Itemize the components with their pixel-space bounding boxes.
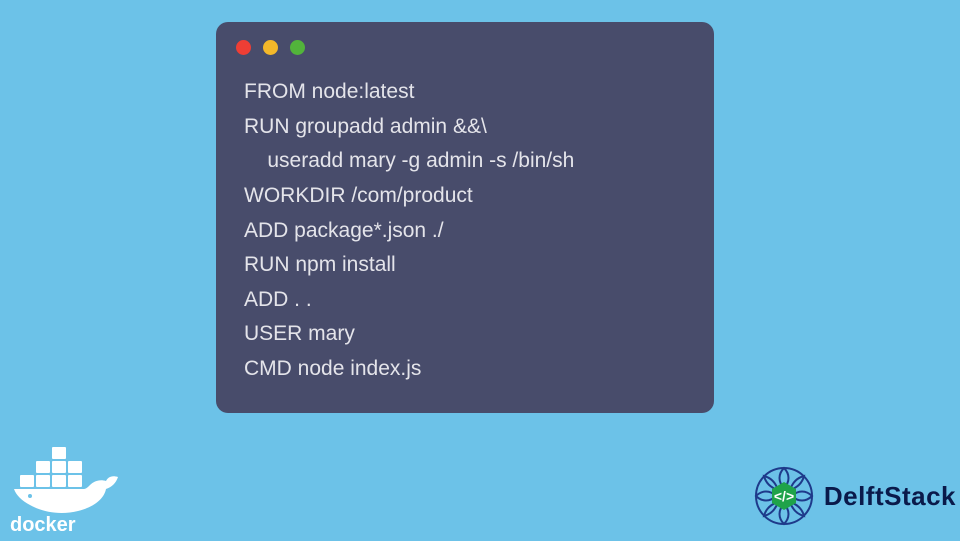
svg-text:</>: </> xyxy=(774,488,794,504)
close-icon[interactable] xyxy=(236,40,251,55)
maximize-icon[interactable] xyxy=(290,40,305,55)
code-body: FROM node:latest RUN groupadd admin &&\ … xyxy=(216,65,714,389)
docker-logo: docker xyxy=(6,441,136,536)
delftstack-logo: </> DelftStack xyxy=(748,460,956,532)
traffic-lights xyxy=(216,22,714,65)
docker-text: docker xyxy=(10,514,76,536)
code-window: FROM node:latest RUN groupadd admin &&\ … xyxy=(216,22,714,413)
minimize-icon[interactable] xyxy=(263,40,278,55)
delftstack-badge-icon: </> xyxy=(748,460,820,532)
delftstack-text: DelftStack xyxy=(824,481,956,512)
